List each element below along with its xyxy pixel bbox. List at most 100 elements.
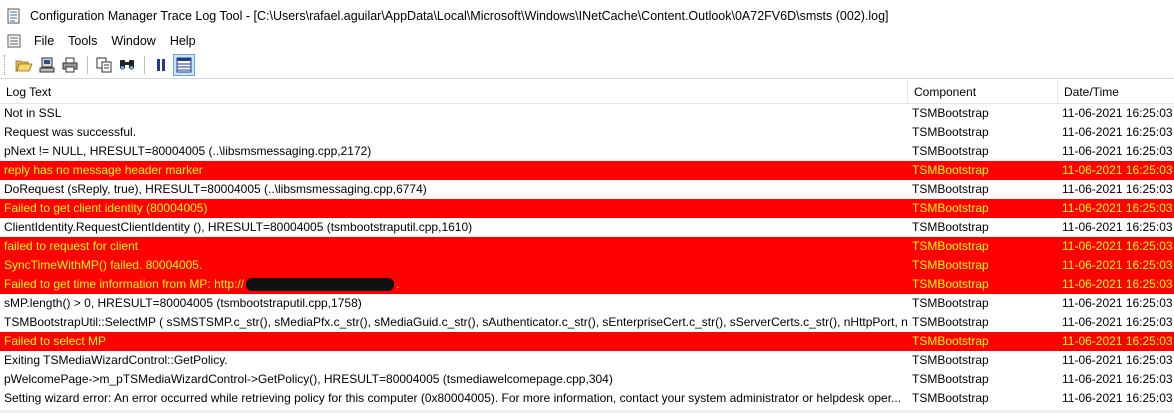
open-icon: [15, 60, 33, 71]
table-row-error[interactable]: failed to request for client TSMBootstrap…: [0, 237, 1174, 256]
component-cell: TSMBootstrap: [912, 277, 989, 291]
component-cell: TSMBootstrap: [912, 391, 989, 405]
log-text: reply has no message header marker: [4, 163, 203, 177]
date-time-cell: 11-06-2021 16:25:03: [1062, 239, 1173, 253]
table-row-error[interactable]: Failed to get time information from MP: …: [0, 275, 1174, 294]
column-header-date-time[interactable]: Date/Time: [1058, 80, 1174, 104]
server-button[interactable]: [36, 54, 58, 76]
table-row[interactable]: TSMBootstrapUtil::SelectMP ( sSMSTSMP.c_…: [0, 313, 1174, 332]
log-text-suffix: .: [396, 277, 400, 291]
table-row[interactable]: DoRequest (sReply, true), HRESULT=800040…: [0, 180, 1174, 199]
log-text: failed to request for client: [4, 239, 139, 253]
title-bar: Configuration Manager Trace Log Tool - […: [0, 0, 1174, 31]
list-header: Log Text Component Date/Time: [0, 80, 1174, 104]
table-row[interactable]: sMP.length() > 0, HRESULT=80004005 (tsmb…: [0, 294, 1174, 313]
menu-help[interactable]: Help: [164, 31, 204, 51]
component-cell: TSMBootstrap: [912, 144, 989, 158]
log-text: pWelcomePage->m_pTSMediaWizardControl->G…: [4, 372, 613, 386]
toolbar-separator: [144, 55, 145, 74]
table-row-error[interactable]: reply has no message header marker TSMBoo…: [0, 161, 1174, 180]
log-text-cell: Failed to select MP: [0, 332, 908, 351]
log-text: Failed to select MP: [4, 334, 107, 348]
find-button[interactable]: [116, 54, 138, 76]
date-time-cell: 11-06-2021 16:25:03: [1062, 201, 1173, 215]
grid-view-button[interactable]: [173, 53, 195, 76]
date-time-cell: 11-06-2021 16:25:03: [1062, 258, 1173, 272]
date-time-cell: 11-06-2021 16:25:03: [1062, 144, 1173, 158]
copy-button[interactable]: [93, 54, 115, 76]
log-text-cell: Exiting TSMediaWizardControl::GetPolicy.: [0, 351, 908, 370]
log-text-cell: ClientIdentity.RequestClientIdentity (),…: [0, 218, 908, 237]
table-row[interactable]: pNext != NULL, HRESULT=80004005 (..\libs…: [0, 142, 1174, 161]
log-text: sMP.length() > 0, HRESULT=80004005 (tsmb…: [4, 296, 362, 310]
date-time-cell: 11-06-2021 16:25:03: [1062, 296, 1173, 310]
grid-icon: [176, 57, 192, 72]
table-row[interactable]: Exiting TSMediaWizardControl::GetPolicy.…: [0, 351, 1174, 370]
date-time-cell: 11-06-2021 16:25:03: [1062, 220, 1173, 234]
table-row[interactable]: ClientIdentity.RequestClientIdentity (),…: [0, 218, 1174, 237]
component-cell: TSMBootstrap: [912, 315, 989, 329]
log-text-cell: SyncTimeWithMP() failed. 80004005.: [0, 256, 908, 275]
menu-file[interactable]: File: [28, 31, 62, 51]
component-cell: TSMBootstrap: [912, 220, 989, 234]
component-cell: TSMBootstrap: [912, 106, 989, 120]
toolbar-separator: [87, 55, 88, 74]
column-header-log-text[interactable]: Log Text: [0, 80, 908, 104]
date-time-cell: 11-06-2021 16:25:03: [1062, 334, 1173, 348]
component-cell: TSMBootstrap: [912, 163, 989, 177]
document-icon[interactable]: [6, 33, 22, 49]
log-text-cell: Request was successful.: [0, 123, 908, 142]
table-row[interactable]: pWelcomePage->m_pTSMediaWizardControl->G…: [0, 370, 1174, 389]
copy-icon: [96, 57, 112, 72]
menu-tools[interactable]: Tools: [62, 31, 105, 51]
table-row-error[interactable]: Failed to select MP TSMBootstrap 11-06-202…: [0, 332, 1174, 351]
log-text-cell: sMP.length() > 0, HRESULT=80004005 (tsmb…: [0, 294, 908, 313]
component-cell: TSMBootstrap: [912, 296, 989, 310]
print-button[interactable]: [59, 54, 81, 76]
pause-button[interactable]: [150, 54, 172, 76]
log-text: DoRequest (sReply, true), HRESULT=800040…: [4, 182, 427, 196]
table-row-error[interactable]: SyncTimeWithMP() failed. 80004005. TSMBoo…: [0, 256, 1174, 275]
log-text: Failed to get client identity (80004005): [4, 201, 208, 215]
component-cell: TSMBootstrap: [912, 372, 989, 386]
log-text: Request was successful.: [4, 125, 137, 139]
redacted-url-block: [246, 278, 395, 292]
log-text: Exiting TSMediaWizardControl::GetPolicy.: [4, 353, 228, 367]
log-text-cell: Failed to get time information from MP: …: [0, 275, 908, 294]
date-time-cell: 11-06-2021 16:25:03: [1062, 182, 1173, 196]
date-time-cell: 11-06-2021 16:25:03: [1062, 315, 1173, 329]
open-button[interactable]: [13, 54, 35, 76]
date-time-cell: 11-06-2021 16:25:03: [1062, 353, 1173, 367]
log-text-cell: TSMBootstrapUtil::SelectMP ( sSMSTSMP.c_…: [0, 313, 908, 332]
date-time-cell: 11-06-2021 16:25:03: [1062, 106, 1173, 120]
component-cell: TSMBootstrap: [912, 201, 989, 215]
table-row-error[interactable]: Failed to get client identity (80004005)…: [0, 199, 1174, 218]
menu-window[interactable]: Window: [105, 31, 163, 51]
column-header-component[interactable]: Component: [908, 80, 1058, 104]
log-text-cell: Not in SSL: [0, 104, 908, 123]
date-time-cell: 11-06-2021 16:25:03: [1062, 391, 1173, 405]
date-time-cell: 11-06-2021 16:25:03: [1062, 163, 1173, 177]
pause-icon: [157, 58, 165, 71]
toolbar-grip[interactable]: [4, 54, 7, 75]
find-icon: [120, 59, 134, 70]
component-cell: TSMBootstrap: [912, 239, 989, 253]
table-row[interactable]: Request was successful. TSMBootstrap 11-06…: [0, 123, 1174, 142]
log-text-cell: failed to request for client: [0, 237, 908, 256]
app-log-icon: [6, 8, 22, 24]
date-time-cell: 11-06-2021 16:25:03: [1062, 277, 1173, 291]
log-list[interactable]: Log Text Component Date/Time Not in SSL T…: [0, 80, 1174, 413]
log-text-cell: Failed to get client identity (80004005): [0, 199, 908, 218]
log-text-cell: Setting wizard error: An error occurred …: [0, 389, 908, 408]
component-cell: TSMBootstrap: [912, 353, 989, 367]
log-text: Failed to get time information from MP: …: [4, 277, 245, 291]
toolbar: [0, 51, 1174, 79]
component-cell: TSMBootstrap: [912, 182, 989, 196]
table-row[interactable]: Setting wizard error: An error occurred …: [0, 389, 1174, 408]
date-time-cell: 11-06-2021 16:25:03: [1062, 372, 1173, 386]
server-icon: [39, 57, 55, 72]
log-text: Setting wizard error: An error occurred …: [4, 391, 902, 405]
window-title: Configuration Manager Trace Log Tool - […: [30, 8, 889, 23]
log-text: SyncTimeWithMP() failed. 80004005.: [4, 258, 203, 272]
table-row[interactable]: Not in SSL TSMBootstrap 11-06-2021 16:25:0…: [0, 104, 1174, 123]
